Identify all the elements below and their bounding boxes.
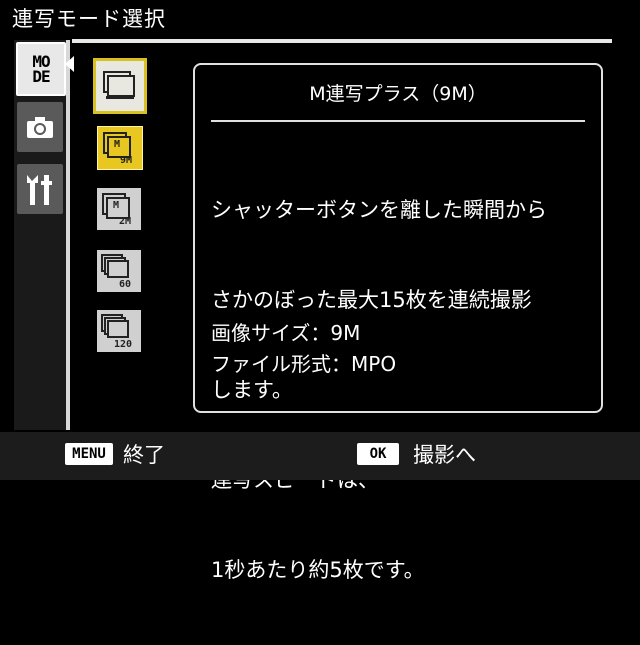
mode-option-m-plus-2m[interactable]: M 2M (97, 188, 141, 230)
mode-option-continuous[interactable] (93, 58, 147, 114)
mode-option-m-plus-9m[interactable]: M 9M (97, 126, 143, 170)
tab-shooting[interactable] (17, 102, 63, 152)
description-line: します。 (211, 378, 293, 402)
mode-info-panel: M連写プラス（9M） シャッターボタンを離した瞬間から さかのぼった最大15枚を… (193, 63, 603, 582)
continuous-icon (103, 71, 135, 99)
panel-divider (211, 120, 585, 122)
mode-tab-icon: MO DE (32, 54, 50, 86)
m-continuous-plus-9m-icon: M 9M (103, 132, 132, 166)
sub-label-9m: 9M (120, 155, 132, 166)
ok-key-icon[interactable]: OK (357, 443, 399, 465)
mode-tab-line2: DE (32, 67, 50, 86)
tab-mode[interactable]: MO DE (16, 42, 66, 96)
sub-label-120: 120 (114, 339, 132, 350)
image-size-spec: 画像サイズ：9M (211, 321, 361, 345)
sub-label-60: 60 (119, 279, 131, 290)
screen-title: 連写モード選択 (12, 7, 166, 31)
mode-option-speed-60[interactable]: 60 (97, 250, 141, 292)
camera-icon (27, 117, 53, 138)
speed-continuous-120-icon: 120 (101, 314, 132, 350)
sub-label-2m: 2M (119, 216, 131, 227)
exit-label: 終了 (123, 443, 165, 467)
active-tab-pointer-icon (65, 56, 74, 72)
title-divider (72, 39, 612, 43)
m-label-9m: M (114, 139, 120, 150)
description-line: シャッターボタンを離した瞬間から (211, 198, 547, 222)
menu-key-icon[interactable]: MENU (65, 443, 113, 465)
tab-setup[interactable] (17, 164, 63, 214)
description-line: さかのぼった最大15枚を連続撮影 (211, 288, 532, 312)
file-format-spec: ファイル形式：MPO (211, 352, 397, 376)
m-label-2m: M (113, 200, 119, 211)
mode-info-title: M連写プラス（9M） (309, 83, 487, 105)
mode-description: シャッターボタンを離した瞬間から さかのぼった最大15枚を連続撮影 します。 連… (211, 135, 547, 645)
speed-continuous-60-icon: 60 (101, 254, 131, 290)
tab-column: MO DE (14, 40, 68, 430)
m-continuous-plus-2m-icon: M 2M (102, 193, 131, 227)
mode-option-speed-120[interactable]: 120 (97, 310, 141, 352)
wrench-settings-icon (27, 175, 52, 205)
column-divider (66, 40, 70, 430)
description-line: 1秒あたり約5枚です。 (211, 558, 425, 582)
go-to-shooting-label: 撮影へ (413, 443, 476, 467)
